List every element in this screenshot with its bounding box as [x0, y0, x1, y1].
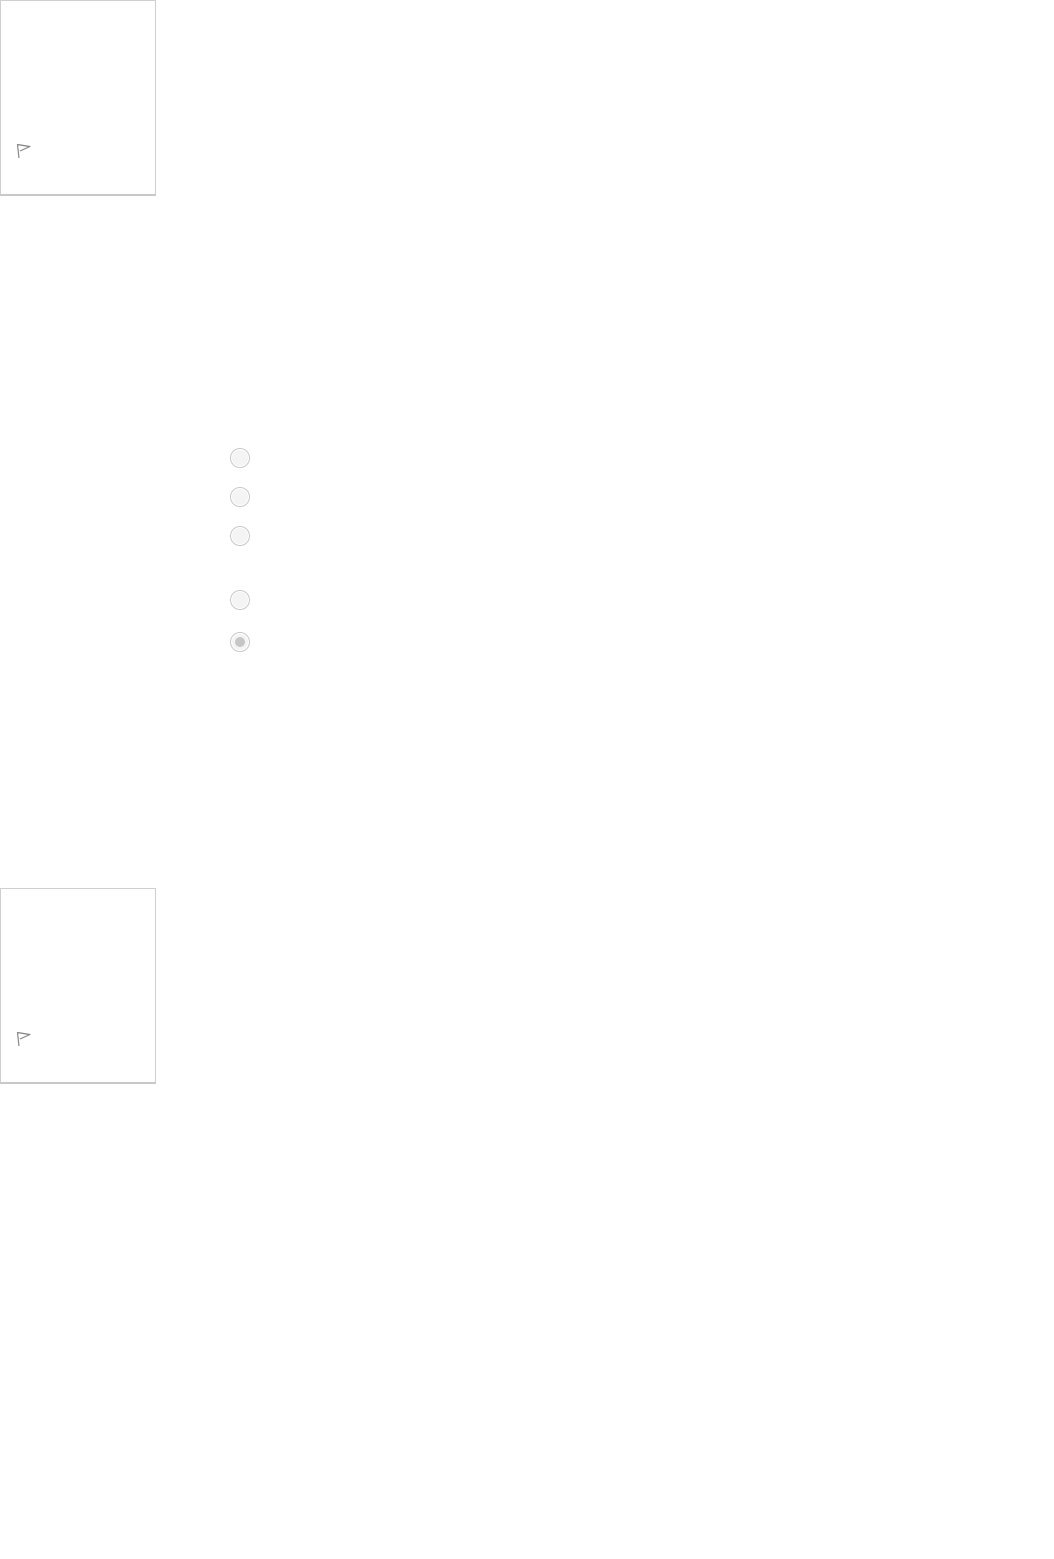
flag-icon[interactable] [15, 1030, 33, 1048]
answer-radio-4[interactable] [230, 590, 250, 610]
question-info-panel [0, 888, 156, 1084]
answer-radio-2[interactable] [230, 487, 250, 507]
answer-radio-3[interactable] [230, 526, 250, 546]
flag-icon[interactable] [15, 142, 33, 160]
answer-radio-1[interactable] [230, 448, 250, 468]
answer-radio-5[interactable] [230, 632, 250, 652]
question-info-panel [0, 0, 156, 196]
